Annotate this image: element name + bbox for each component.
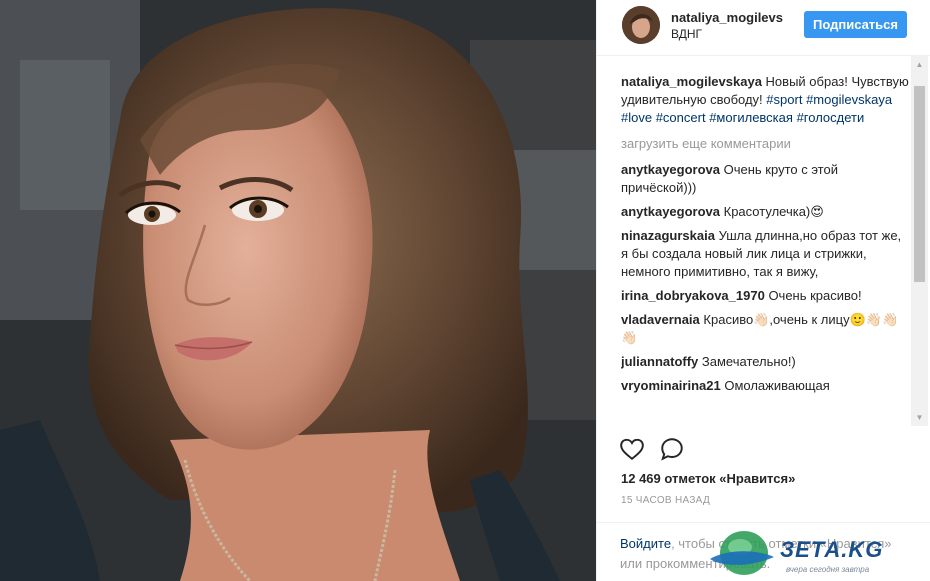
hashtag-link[interactable]: #sport bbox=[766, 92, 802, 107]
post-caption: nataliya_mogilevskaya Новый образ! Чувст… bbox=[621, 73, 909, 127]
photo-illustration bbox=[0, 0, 596, 581]
site-watermark: ЗЕТА.KG вчера сегодня завтра bbox=[706, 527, 928, 579]
location-link[interactable]: ВДНГ bbox=[671, 27, 702, 41]
comment-text: Очень красиво! bbox=[768, 288, 862, 303]
scroll-down-arrow-icon[interactable]: ▼ bbox=[911, 409, 928, 426]
comment-username[interactable]: anytkayegorova bbox=[621, 162, 720, 177]
post-sidebar: nataliya_mogilevskaya ВДНГ Подписаться n… bbox=[596, 0, 930, 581]
post-timestamp: 15 ЧАСОВ НАЗАД bbox=[621, 495, 711, 506]
comment-username[interactable]: juliannatoffy bbox=[621, 354, 698, 369]
comment-item: vryominairina21 Омолаживающая bbox=[621, 377, 909, 395]
likes-count[interactable]: 12 469 отметок «Нравится» bbox=[621, 471, 795, 486]
comment-username[interactable]: irina_dobryakova_1970 bbox=[621, 288, 765, 303]
comment-item: vladavernaia Красиво👋🏻,очень к лицу🙂👋🏻👋🏻… bbox=[621, 311, 909, 347]
comment-item: irina_dobryakova_1970 Очень красиво! bbox=[621, 287, 909, 305]
comment-username[interactable]: vryominairina21 bbox=[621, 378, 721, 393]
caption-username[interactable]: nataliya_mogilevskaya bbox=[621, 74, 762, 89]
heart-outline-icon[interactable] bbox=[619, 436, 645, 462]
hashtag-link[interactable]: #concert bbox=[656, 110, 706, 125]
globe-logo-icon bbox=[710, 531, 774, 575]
comment-item: ninazagurskaia Ушла длинна,но образ тот … bbox=[621, 227, 909, 281]
hashtag-link[interactable]: #mogilevskaya bbox=[806, 92, 892, 107]
post-header: nataliya_mogilevskaya ВДНГ Подписаться bbox=[597, 0, 930, 56]
comment-item: anytkayegorova Красотулечка)😍 bbox=[621, 203, 909, 221]
comment-text: Красотулечка)😍 bbox=[723, 204, 824, 219]
comment-text: Замечательно!) bbox=[701, 354, 796, 369]
comment-text: Омолаживающая bbox=[724, 378, 830, 393]
watermark-brand: ЗЕТА.KG bbox=[780, 537, 884, 562]
comment-item: anytkayegorova Очень круто с этой причёс… bbox=[621, 161, 909, 197]
comments-list: nataliya_mogilevskaya Новый образ! Чувст… bbox=[621, 73, 909, 427]
comment-item: juliannatoffy Замечательно!) bbox=[621, 353, 909, 371]
hashtag-link[interactable]: #могилевская bbox=[709, 110, 793, 125]
post-actions bbox=[619, 436, 719, 462]
comment-username[interactable]: ninazagurskaia bbox=[621, 228, 715, 243]
comments-scrollbar[interactable]: ▲ ▼ bbox=[911, 56, 928, 426]
avatar[interactable] bbox=[622, 6, 660, 44]
comment-username[interactable]: vladavernaia bbox=[621, 312, 700, 327]
hashtag-link[interactable]: #love bbox=[621, 110, 652, 125]
watermark-tagline: вчера сегодня завтра bbox=[786, 565, 870, 574]
follow-button[interactable]: Подписаться bbox=[804, 11, 907, 38]
speech-bubble-icon[interactable] bbox=[659, 436, 685, 462]
comment-username[interactable]: anytkayegorova bbox=[621, 204, 720, 219]
header-username[interactable]: nataliya_mogilevskaya bbox=[671, 10, 783, 25]
load-more-comments-link[interactable]: загрузить еще комментарии bbox=[621, 135, 909, 153]
login-link[interactable]: Войдите bbox=[620, 536, 671, 551]
avatar-image bbox=[622, 6, 660, 44]
scroll-thumb[interactable] bbox=[914, 86, 925, 282]
scroll-up-arrow-icon[interactable]: ▲ bbox=[911, 56, 928, 73]
hashtag-link[interactable]: #голосдети bbox=[797, 110, 865, 125]
post-photo bbox=[0, 0, 596, 581]
